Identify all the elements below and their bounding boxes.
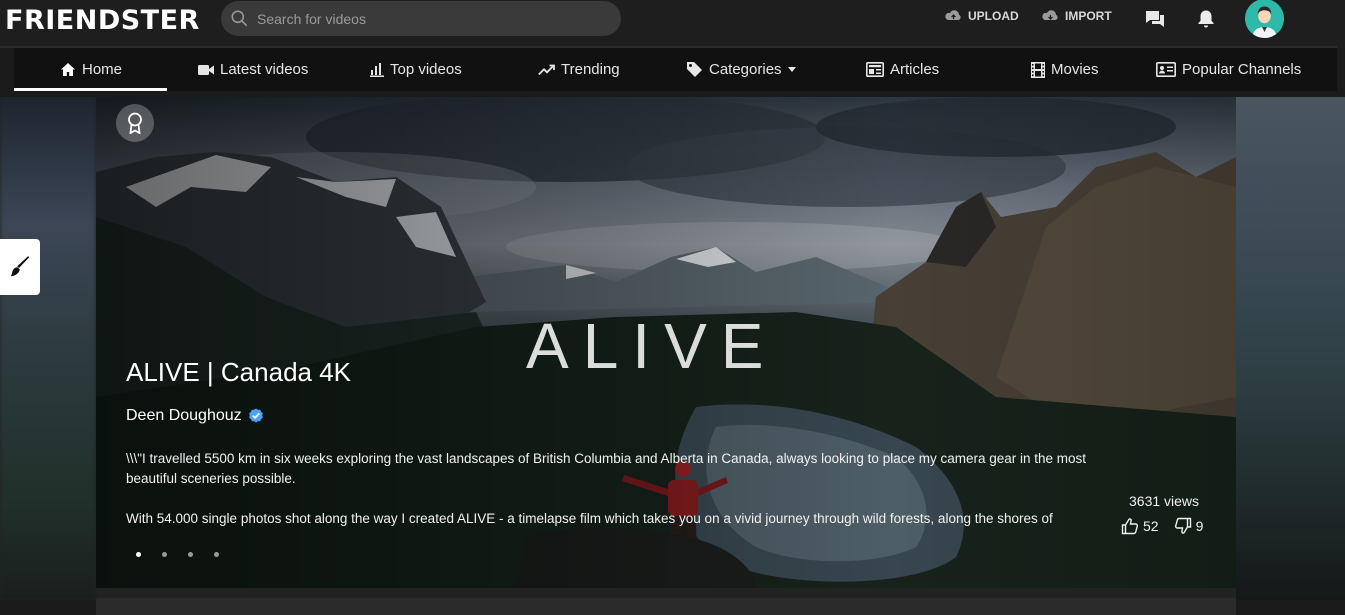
nav-popular-channels-label: Popular Channels — [1182, 61, 1302, 78]
nav-articles-label: Articles — [890, 61, 940, 78]
upload-cloud-icon — [945, 10, 961, 20]
description-paragraph-1: \\\"I travelled 5500 km in six weeks exp… — [126, 451, 1087, 486]
main-nav: Home Latest videos Top videos Trending C… — [14, 48, 1337, 91]
import-cloud-icon — [1042, 10, 1058, 20]
search-box[interactable] — [221, 1, 621, 36]
like-count: 52 — [1143, 518, 1159, 534]
bell-icon[interactable] — [1197, 9, 1215, 29]
nav-trending-label: Trending — [561, 61, 620, 78]
featured-video-slide[interactable]: ALIVE ALIVE | Canada 4K Deen Doughouz \\… — [96, 97, 1236, 588]
avatar-image — [1245, 0, 1284, 38]
carousel-pagination — [136, 552, 219, 557]
video-camera-icon — [198, 64, 214, 75]
nav-top-videos-label: Top videos — [390, 61, 462, 78]
description-paragraph-2: With 54.000 single photos shot along the… — [126, 511, 1053, 526]
featured-channel-link[interactable]: Deen Doughouz — [126, 407, 264, 425]
search-input[interactable] — [257, 1, 612, 36]
nav-popular-channels[interactable]: Popular Channels — [1156, 48, 1301, 91]
caret-down-icon — [787, 67, 796, 72]
import-label: IMPORT — [1065, 9, 1112, 23]
channel-name: Deen Doughouz — [126, 407, 242, 424]
search-icon — [231, 10, 248, 27]
thumbs-down-icon — [1174, 517, 1191, 534]
carousel-prev-preview[interactable] — [0, 97, 96, 600]
nav-movies[interactable]: Movies — [1031, 48, 1099, 91]
dislike-count: 9 — [1195, 518, 1204, 534]
content-section-top — [96, 598, 1236, 615]
thumbnail-title-overlay: ALIVE — [526, 310, 778, 382]
nav-active-indicator — [14, 88, 167, 91]
featured-carousel: ALIVE ALIVE | Canada 4K Deen Doughouz \\… — [0, 97, 1345, 600]
nav-home-label: Home — [82, 61, 123, 78]
carousel-dot-2[interactable] — [162, 552, 167, 557]
dislike-button[interactable]: 9 — [1174, 517, 1204, 535]
nav-home[interactable]: Home — [60, 48, 122, 91]
site-logo[interactable]: FRIENDSTER — [5, 5, 200, 36]
bar-chart-icon — [370, 62, 384, 77]
reactions: 52 9 — [1121, 517, 1203, 535]
upload-button[interactable]: UPLOAD — [944, 9, 1019, 23]
chat-icon[interactable] — [1145, 9, 1165, 29]
thumbs-up-icon — [1121, 518, 1139, 535]
nav-top-videos[interactable]: Top videos — [370, 48, 462, 91]
award-ribbon-icon — [128, 112, 142, 134]
nav-latest-videos-label: Latest videos — [220, 61, 309, 78]
user-avatar[interactable] — [1245, 0, 1284, 38]
carousel-next-preview[interactable] — [1236, 97, 1345, 600]
paint-brush-icon — [10, 256, 29, 277]
id-card-icon — [1156, 62, 1176, 77]
featured-award-badge[interactable] — [116, 104, 154, 142]
nav-categories[interactable]: Categories — [686, 48, 796, 91]
film-icon — [1031, 61, 1045, 78]
theme-customizer-button[interactable] — [0, 239, 40, 295]
carousel-dot-1[interactable] — [136, 552, 141, 557]
trending-up-icon — [538, 64, 555, 75]
nav-categories-label: Categories — [709, 61, 782, 78]
upload-label: UPLOAD — [968, 9, 1019, 23]
view-count: 3631 views — [1129, 493, 1200, 509]
verified-badge-icon — [248, 408, 263, 423]
tag-icon — [687, 62, 702, 77]
nav-trending[interactable]: Trending — [538, 48, 620, 91]
nav-movies-label: Movies — [1051, 61, 1099, 78]
home-icon — [61, 63, 75, 76]
top-bar: FRIENDSTER UPLOAD IMPORT — [0, 0, 1345, 48]
nav-latest-videos[interactable]: Latest videos — [198, 48, 308, 91]
nav-articles[interactable]: Articles — [866, 48, 939, 91]
carousel-dot-4[interactable] — [214, 552, 219, 557]
import-button[interactable]: IMPORT — [1041, 9, 1112, 23]
featured-video-title[interactable]: ALIVE | Canada 4K — [126, 357, 351, 388]
like-button[interactable]: 52 — [1121, 517, 1159, 535]
newspaper-icon — [866, 62, 884, 77]
carousel-dot-3[interactable] — [188, 552, 193, 557]
featured-description: \\\"I travelled 5500 km in six weeks exp… — [126, 449, 1126, 529]
